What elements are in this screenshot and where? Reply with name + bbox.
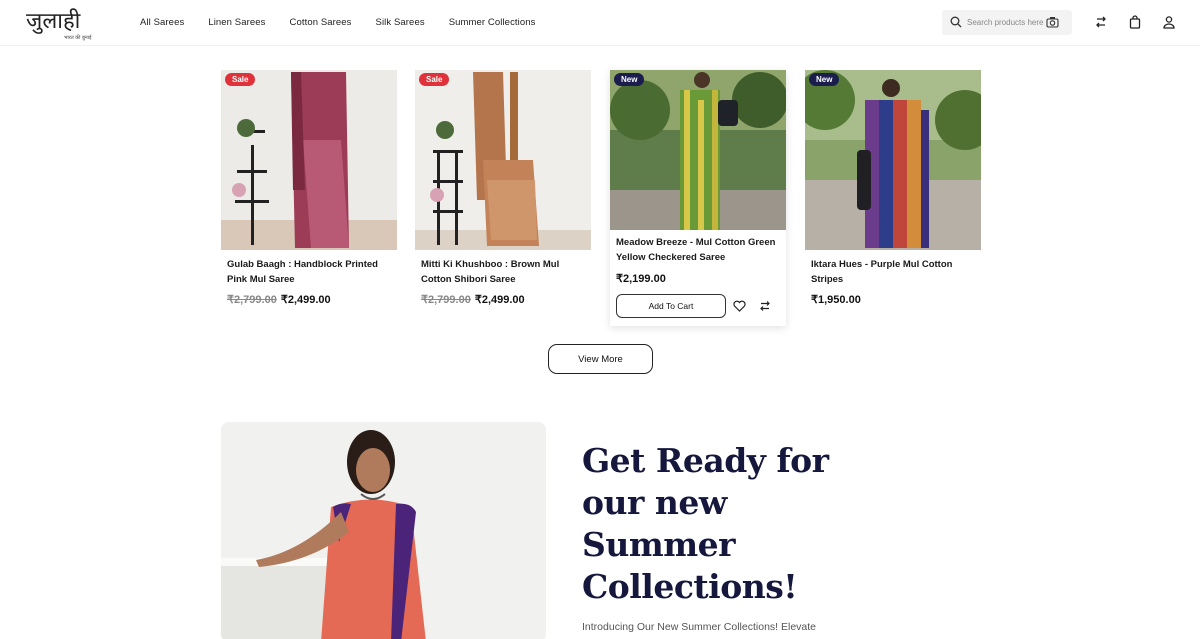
search-bar	[942, 10, 1072, 35]
sale-badge: Sale	[419, 73, 450, 86]
promo-image	[221, 422, 546, 639]
original-price: ₹2,799.00	[421, 294, 471, 306]
product-card[interactable]: New Iktara Hues - Purple Mul Cotton Stri…	[805, 70, 981, 310]
product-name[interactable]: Mitti Ki Khushboo : Brown Mul Cotton Shi…	[421, 258, 587, 287]
compare-icon[interactable]	[759, 300, 771, 312]
product-image[interactable]: New	[610, 70, 786, 230]
bag-icon[interactable]	[1128, 15, 1142, 29]
camera-icon[interactable]	[1046, 16, 1059, 28]
search-input[interactable]	[967, 14, 1049, 31]
nav-all-sarees[interactable]: All Sarees	[140, 17, 184, 28]
product-price: ₹1,950.00	[811, 294, 861, 306]
user-icon[interactable]	[1162, 15, 1176, 29]
product-card[interactable]: Sale Mitti Ki Khushboo : Brown Mul Cotto…	[415, 70, 591, 310]
product-price: ₹2,799.00 ₹2,499.00	[227, 293, 331, 306]
nav-summer-collections[interactable]: Summer Collections	[449, 17, 536, 28]
brand-logo[interactable]: जुलाही भारत की बुनाई	[24, 4, 104, 42]
sale-badge: Sale	[225, 73, 256, 86]
search-icon[interactable]	[950, 16, 962, 28]
main-nav: All Sarees Linen Sarees Cotton Sarees Si…	[140, 0, 536, 44]
nav-silk-sarees[interactable]: Silk Sarees	[376, 17, 425, 28]
svg-text:जुलाही: जुलाही	[26, 8, 81, 34]
product-price: ₹2,199.00	[616, 273, 666, 285]
sale-price: ₹2,499.00	[280, 294, 331, 306]
product-price: ₹2,799.00 ₹2,499.00	[421, 293, 525, 306]
view-more-button[interactable]: View More	[548, 344, 653, 374]
new-badge: New	[614, 73, 645, 86]
original-price: ₹2,799.00	[227, 294, 277, 306]
sale-price: ₹2,499.00	[474, 294, 525, 306]
nav-cotton-sarees[interactable]: Cotton Sarees	[290, 17, 352, 28]
add-to-cart-button[interactable]: Add To Cart	[616, 294, 726, 318]
product-name[interactable]: Gulab Baagh : Handblock Printed Pink Mul…	[227, 258, 393, 287]
compare-icon[interactable]	[1094, 15, 1108, 29]
product-image[interactable]: Sale	[221, 70, 397, 250]
product-image[interactable]: New	[805, 70, 981, 250]
product-card[interactable]: New Meadow Breeze - Mul Cotton Green Yel…	[610, 70, 786, 326]
promo-title: Get Ready for our new Summer Collections…	[582, 441, 829, 606]
product-image[interactable]: Sale	[415, 70, 591, 250]
site-header: जुलाही भारत की बुनाई All Sarees Linen Sa…	[0, 0, 1200, 46]
product-name[interactable]: Iktara Hues - Purple Mul Cotton Stripes	[811, 258, 977, 287]
nav-linen-sarees[interactable]: Linen Sarees	[208, 17, 265, 28]
new-badge: New	[809, 73, 840, 86]
product-card[interactable]: Sale Gulab Baagh : Handblock Printed Pin…	[221, 70, 397, 310]
heart-icon[interactable]	[733, 300, 746, 312]
product-name[interactable]: Meadow Breeze - Mul Cotton Green Yellow …	[616, 236, 782, 265]
svg-text:भारत की बुनाई: भारत की बुनाई	[64, 34, 92, 41]
promo-description: Introducing Our New Summer Collections! …	[582, 621, 817, 633]
